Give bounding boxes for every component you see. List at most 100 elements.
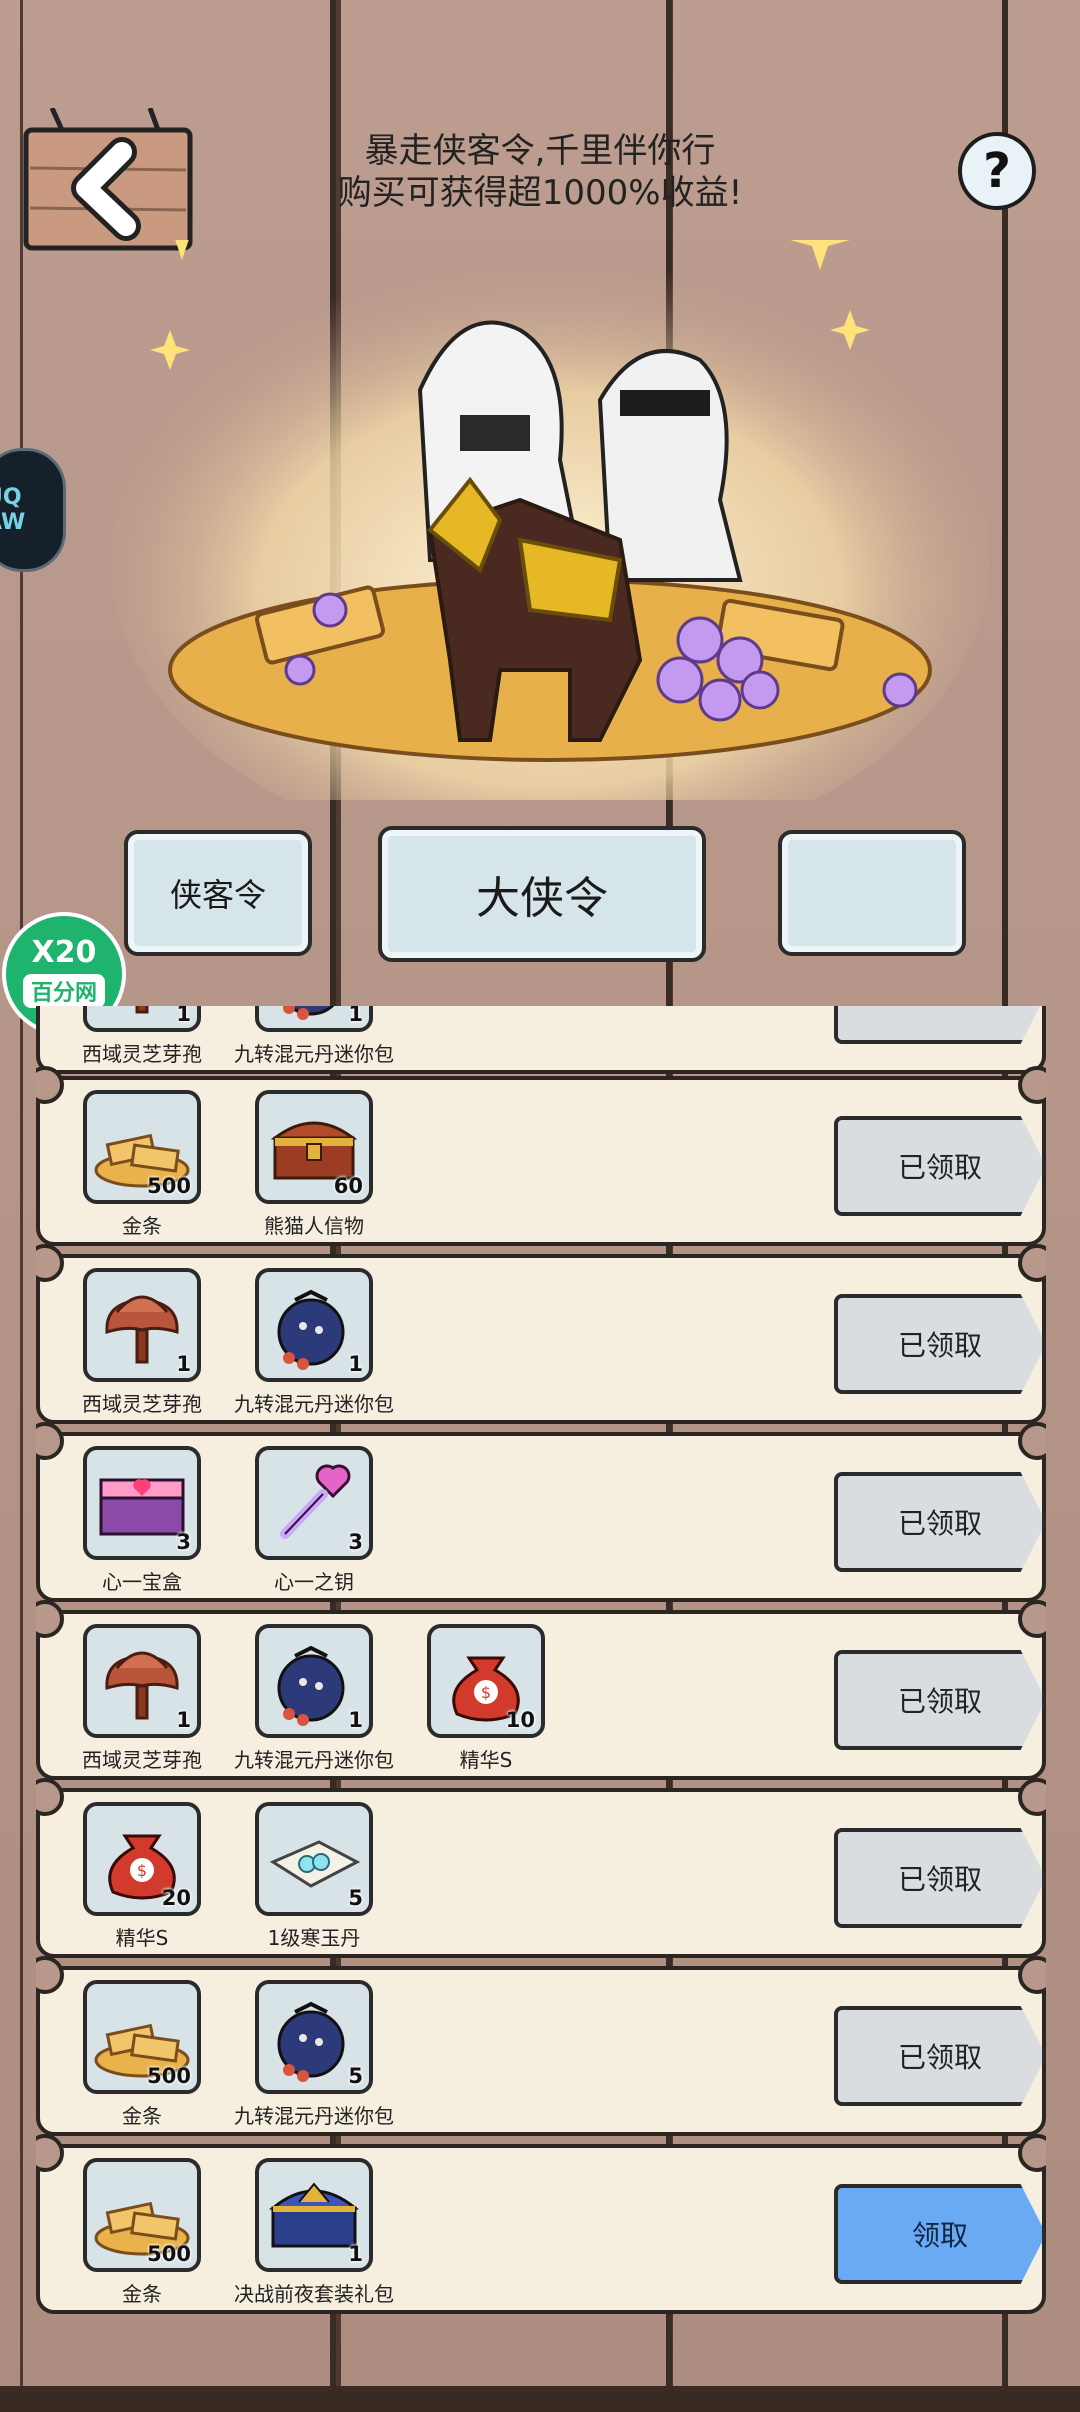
reward-quantity: 500 (147, 2064, 191, 2088)
reward-item-frame: 1 (255, 2158, 373, 2272)
reward-item-frame: 1 (83, 1624, 201, 1738)
reward-item[interactable]: 1 决战前夜套装礼包 (234, 2158, 394, 2307)
reward-item[interactable]: 60 熊猫人信物 (252, 1090, 376, 1239)
reward-quantity: 500 (147, 2242, 191, 2266)
reward-item-frame: 60 (255, 1090, 373, 1204)
reward-quantity: 10 (505, 1708, 535, 1732)
reward-item-frame: 1 (255, 1006, 373, 1032)
reward-item[interactable]: 1 九转混元丹迷你包 (234, 1006, 394, 1067)
reward-item-frame: 500 (83, 2158, 201, 2272)
reward-item-name: 西域灵芝芽孢 (82, 1042, 202, 1066)
reward-item-name: 九转混元丹迷你包 (234, 2104, 394, 2128)
claimed-button[interactable]: 已领取 (834, 1294, 1046, 1394)
headline-line-1: 暴走侠客令,千里伴你行 (364, 131, 716, 171)
x20-logo-text: X20 (31, 935, 97, 970)
reward-item[interactable]: 1 九转混元丹迷你包 (234, 1268, 394, 1417)
reward-item-name: 九转混元丹迷你包 (234, 1748, 394, 1772)
headline-line-2: 购买可获得超1000%收益! (337, 173, 743, 213)
claim-button[interactable]: 领取 (834, 2184, 1046, 2284)
reward-quantity: 1 (176, 1006, 191, 1026)
reward-item[interactable]: 5 九转混元丹迷你包 (234, 1980, 394, 2129)
reward-item[interactable]: 3 心一宝盒 (80, 1446, 204, 1595)
reward-quantity: 1 (176, 1352, 191, 1376)
reward-quantity: 1 (348, 1006, 363, 1026)
help-button[interactable]: ? (958, 132, 1036, 210)
reward-item[interactable]: $20 精华S (80, 1802, 204, 1951)
reward-item-name: 九转混元丹迷你包 (234, 1042, 394, 1066)
reward-row: 500 金条 5 九转混元丹迷你包 已领取 (36, 1956, 1046, 2136)
reward-item[interactable]: 1 西域灵芝芽孢 (80, 1624, 204, 1773)
reward-item-name: 1级寒玉丹 (267, 1926, 361, 1950)
reward-row: 1 西域灵芝芽孢 1 九转混元丹迷你包 $10 精华S 已领取 (36, 1600, 1046, 1780)
claimed-button[interactable]: 已领取 (834, 1472, 1046, 1572)
reward-quantity: 1 (348, 1352, 363, 1376)
reward-item[interactable]: 500 金条 (80, 2158, 204, 2307)
reward-item-name: 金条 (122, 2282, 162, 2306)
side-watermark-logo: ÚQ AW (0, 448, 66, 572)
reward-quantity: 1 (348, 2242, 363, 2266)
reward-item[interactable]: 1 西域灵芝芽孢 (80, 1006, 204, 1067)
reward-item[interactable]: 500 金条 (80, 1980, 204, 2129)
reward-item-frame: $10 (427, 1624, 545, 1738)
reward-item-frame: 500 (83, 1980, 201, 2094)
reward-item-name: 熊猫人信物 (264, 1214, 364, 1238)
reward-list[interactable]: 1 西域灵芝芽孢 1 九转混元丹迷你包 500 金条 60 熊猫人信物 已领取 1 西域灵芝芽孢 1 九… (36, 1006, 1046, 2412)
promo-headline: 暴走侠客令,千里伴你行 购买可获得超1000%收益! (250, 130, 830, 214)
reward-row: $20 精华S 5 1级寒玉丹 已领取 (36, 1778, 1046, 1958)
reward-item[interactable]: 5 1级寒玉丹 (252, 1802, 376, 1951)
reward-item[interactable]: 1 西域灵芝芽孢 (80, 1268, 204, 1417)
reward-item-name: 精华S (459, 1748, 513, 1772)
reward-item-frame: $20 (83, 1802, 201, 1916)
claimed-button[interactable]: 已领取 (834, 1116, 1046, 1216)
reward-item-name: 心一之钥 (274, 1570, 354, 1594)
reward-item-frame: 5 (255, 1980, 373, 2094)
reward-quantity: 3 (176, 1530, 191, 1554)
claimed-button[interactable]: 已领取 (834, 1650, 1046, 1750)
reward-quantity: 1 (176, 1708, 191, 1732)
reward-row: 500 金条 60 熊猫人信物 已领取 (36, 1066, 1046, 1246)
svg-text:$: $ (481, 1683, 491, 1702)
reward-item-name: 九转混元丹迷你包 (234, 1392, 394, 1416)
reward-row: 3 心一宝盒 3 心一之钥 已领取 (36, 1422, 1046, 1602)
reward-item[interactable]: $10 精华S (424, 1624, 548, 1773)
claimed-button[interactable]: 已领取 (834, 2006, 1046, 2106)
reward-item[interactable]: 3 心一之钥 (252, 1446, 376, 1595)
reward-item-name: 西域灵芝芽孢 (82, 1748, 202, 1772)
reward-item-name: 西域灵芝芽孢 (82, 1392, 202, 1416)
bottom-wood-edge (0, 2386, 1080, 2412)
reward-item-name: 金条 (122, 1214, 162, 1238)
reward-item-frame: 3 (83, 1446, 201, 1560)
svg-text:$: $ (137, 1861, 147, 1880)
reward-quantity: 20 (161, 1886, 191, 1910)
back-arrow-icon (23, 106, 193, 251)
reward-item-name: 金条 (122, 2104, 162, 2128)
tab-next[interactable] (778, 830, 966, 956)
reward-item[interactable]: 1 九转混元丹迷你包 (234, 1624, 394, 1773)
reward-quantity: 5 (348, 1886, 363, 1910)
x20-logo-subtext: 百分网 (22, 974, 105, 1008)
tab-daxia-ling[interactable]: 大侠令 (378, 826, 706, 962)
back-button[interactable] (22, 106, 194, 254)
hero-illustration (100, 200, 1000, 860)
claimed-button[interactable]: 已领取 (834, 1828, 1046, 1928)
reward-item-frame: 1 (255, 1268, 373, 1382)
reward-item-frame: 5 (255, 1802, 373, 1916)
reward-item-name: 决战前夜套装礼包 (234, 2282, 394, 2306)
reward-item-name: 精华S (115, 1926, 169, 1950)
reward-item-frame: 1 (83, 1268, 201, 1382)
reward-quantity: 5 (348, 2064, 363, 2088)
reward-item-frame: 1 (255, 1624, 373, 1738)
reward-item-frame: 3 (255, 1446, 373, 1560)
reward-row: 1 西域灵芝芽孢 1 九转混元丹迷你包 已领取 (36, 1244, 1046, 1424)
reward-item-frame: 1 (83, 1006, 201, 1032)
tab-xiake-ling[interactable]: 侠客令 (124, 830, 312, 956)
reward-row: 500 金条 1 决战前夜套装礼包 领取 (36, 2134, 1046, 2314)
reward-quantity: 1 (348, 1708, 363, 1732)
reward-quantity: 3 (348, 1530, 363, 1554)
reward-row: 1 西域灵芝芽孢 1 九转混元丹迷你包 (36, 1006, 1046, 1074)
reward-item[interactable]: 500 金条 (80, 1090, 204, 1239)
reward-item-frame: 500 (83, 1090, 201, 1204)
claimed-button[interactable] (834, 1006, 1046, 1044)
reward-item-name: 心一宝盒 (102, 1570, 182, 1594)
reward-quantity: 500 (147, 1174, 191, 1198)
